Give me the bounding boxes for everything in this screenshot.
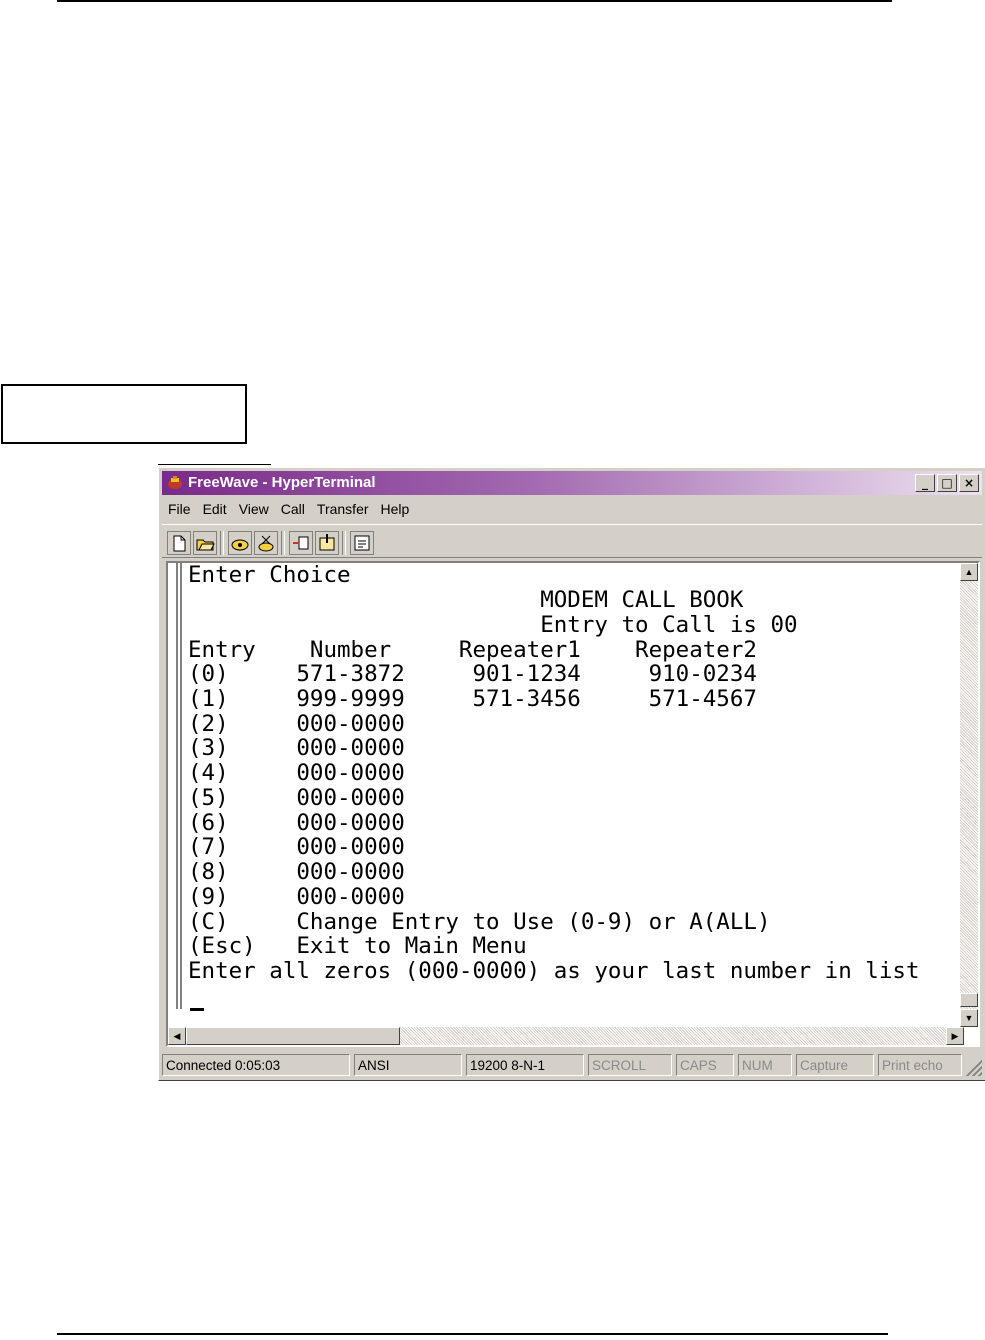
toolbar: [162, 524, 982, 558]
new-document-icon[interactable]: [167, 531, 191, 555]
close-button[interactable]: ×: [959, 474, 979, 492]
status-print-echo: Print echo: [878, 1054, 962, 1076]
terminal-line: (4) 000-0000: [188, 760, 405, 786]
title-bar[interactable]: FreeWave - HyperTerminal _ □ ×: [162, 471, 982, 495]
terminal-margin: [176, 563, 182, 1009]
page-top-rule: [57, 0, 892, 2]
status-connected: Connected 0:05:03: [162, 1054, 350, 1076]
status-caps: CAPS: [676, 1054, 734, 1076]
status-scroll: SCROLL: [588, 1054, 672, 1076]
terminal-line: (6) 000-0000: [188, 810, 405, 836]
resize-grip-icon[interactable]: [964, 1058, 982, 1076]
terminal-line: (C) Change Entry to Use (0-9) or A(ALL): [188, 909, 771, 935]
phone-disconnect-icon[interactable]: [254, 531, 278, 555]
terminal-line: (5) 000-0000: [188, 785, 405, 811]
scroll-left-arrow-icon[interactable]: ◀: [168, 1027, 186, 1045]
open-folder-icon[interactable]: [193, 531, 217, 555]
toolbar-separator: [220, 531, 224, 555]
terminal-screen[interactable]: Enter Choice MODEM CALL BOOK Entry to Ca…: [166, 561, 980, 1047]
terminal-line: MODEM CALL BOOK: [188, 587, 744, 613]
terminal-line: (Esc) Exit to Main Menu: [188, 933, 527, 959]
receive-file-icon[interactable]: [315, 531, 339, 555]
status-emulation: ANSI: [354, 1054, 462, 1076]
terminal-line: Enter all zeros (000-0000) as your last …: [188, 958, 920, 984]
terminal-line: (1) 999-9999 571-3456 571-4567: [188, 686, 757, 712]
terminal-line: (3) 000-0000: [188, 735, 405, 761]
terminal-line: Entry to Call is 00: [188, 612, 798, 638]
menu-file[interactable]: File: [162, 498, 197, 520]
status-num: NUM: [738, 1054, 792, 1076]
empty-label-box: [1, 384, 247, 444]
figure-underline: [158, 464, 271, 465]
vertical-scroll-thumb[interactable]: [960, 993, 978, 1007]
status-capture: Capture: [796, 1054, 874, 1076]
scroll-down-arrow-icon[interactable]: ▼: [960, 1009, 978, 1027]
menu-edit[interactable]: Edit: [197, 498, 233, 520]
horizontal-scrollbar[interactable]: ◀ ▶: [168, 1027, 964, 1045]
scroll-right-arrow-icon[interactable]: ▶: [946, 1027, 964, 1045]
terminal-line: Entry Number Repeater1 Repeater2: [188, 637, 757, 663]
status-bar: Connected 0:05:03 ANSI 19200 8-N-1 SCROL…: [162, 1052, 982, 1078]
maximize-button[interactable]: □: [937, 474, 957, 492]
text-cursor: [190, 1008, 204, 1011]
status-port-settings: 19200 8-N-1: [466, 1054, 584, 1076]
window-controls: _ □ ×: [915, 474, 979, 492]
minimize-button[interactable]: _: [915, 474, 935, 492]
hyperterminal-window: FreeWave - HyperTerminal _ □ × File Edit…: [158, 467, 985, 1081]
phone-connect-icon[interactable]: [228, 531, 252, 555]
scroll-up-arrow-icon[interactable]: ▲: [960, 563, 978, 581]
menu-bar: File Edit View Call Transfer Help: [162, 498, 982, 520]
terminal-line: Enter Choice: [188, 562, 351, 588]
menu-help[interactable]: Help: [375, 498, 416, 520]
terminal-line: (8) 000-0000: [188, 859, 405, 885]
page-bottom-rule: [57, 1333, 888, 1335]
terminal-line: (0) 571-3872 901-1234 910-0234: [188, 661, 757, 687]
terminal-line: (9) 000-0000: [188, 884, 405, 910]
terminal-line: (7) 000-0000: [188, 834, 405, 860]
toolbar-separator: [281, 531, 285, 555]
vertical-scrollbar[interactable]: ▲ ▼: [960, 563, 978, 1027]
menu-view[interactable]: View: [233, 498, 275, 520]
terminal-text-area[interactable]: Enter Choice MODEM CALL BOOK Entry to Ca…: [168, 562, 960, 1011]
toolbar-separator: [342, 531, 346, 555]
menu-transfer[interactable]: Transfer: [311, 498, 375, 520]
horizontal-scroll-thumb[interactable]: [186, 1027, 400, 1045]
hyperterminal-app-icon: [168, 476, 182, 489]
terminal-line: (2) 000-0000: [188, 711, 405, 737]
window-title: FreeWave - HyperTerminal: [188, 474, 376, 491]
menu-call[interactable]: Call: [275, 498, 311, 520]
properties-icon[interactable]: [350, 531, 374, 555]
send-file-icon[interactable]: [289, 531, 313, 555]
